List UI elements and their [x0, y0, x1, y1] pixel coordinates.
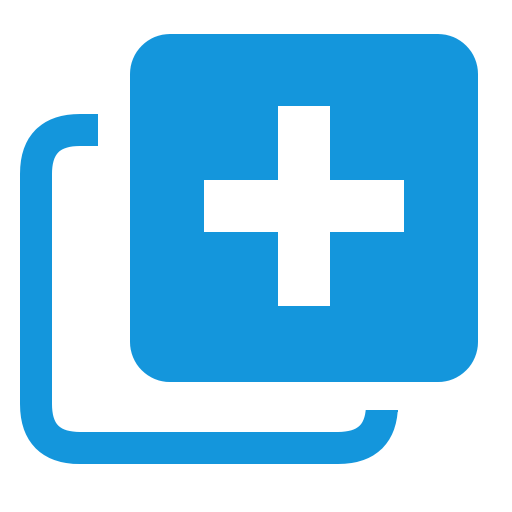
- add-copy-icon[interactable]: [0, 0, 512, 512]
- app-icon-canvas: [0, 0, 512, 512]
- plus-horizontal-bar: [204, 180, 404, 232]
